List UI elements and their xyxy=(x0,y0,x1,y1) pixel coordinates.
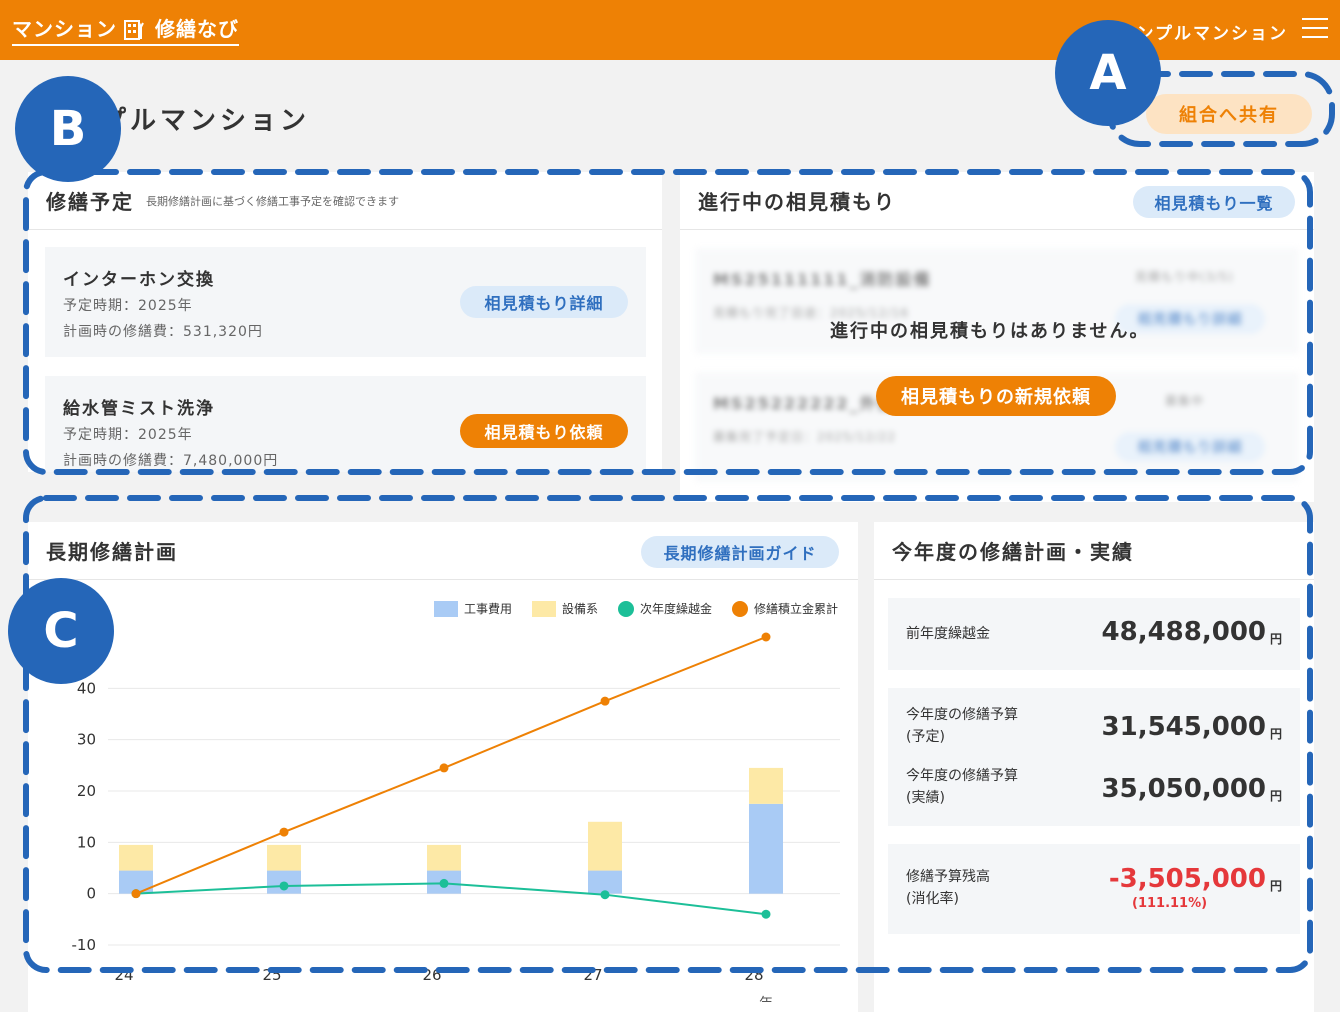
x-axis-label: 年 xyxy=(759,996,773,1002)
series-point xyxy=(761,632,771,642)
quote-row-sub: 募集完了予定日：2025/12/22 xyxy=(713,430,897,444)
series-point xyxy=(600,696,610,706)
bar-segment xyxy=(267,844,301,871)
series-point xyxy=(279,827,289,837)
fin-label: 今年度の修繕予算 xyxy=(906,707,1018,723)
series-point xyxy=(131,889,141,899)
app-logo[interactable]: マンション 修繕なび xyxy=(12,13,239,46)
callout-c: C xyxy=(8,578,114,684)
fin-label: 今年度の修繕予算 xyxy=(906,768,1018,784)
quote-row-status: 見積もり中(3/5) xyxy=(1135,270,1234,284)
fin-label: 前年度繰越金 xyxy=(906,626,990,642)
x-tick-label: 26 xyxy=(422,966,441,984)
y-tick-label: 10 xyxy=(77,833,96,851)
bar-segment xyxy=(588,821,622,871)
long-term-card: 長期修繕計画 長期修繕計画ガイド 工事費用 設備系 次年度繰越金 修繕積立金累計… xyxy=(28,522,858,1012)
x-tick-label: 24 xyxy=(114,966,133,984)
fin-label: 修繕予算残高 xyxy=(906,869,990,885)
fin-yen: 円 xyxy=(1269,879,1282,893)
fin-value: 31,545,000 xyxy=(1101,712,1266,742)
schedule-item-period: 予定時期：2025年 xyxy=(63,427,193,443)
callout-b: B xyxy=(15,76,121,182)
quote-row-status: 募集中 xyxy=(1165,394,1205,408)
carryover-box: 前年度繰越金 48,488,000 円 xyxy=(888,598,1300,670)
schedule-subtitle: 長期修繕計画に基づく修繕工事予定を確認できます xyxy=(146,194,399,208)
series-point xyxy=(600,890,610,900)
y-tick-label: 30 xyxy=(77,731,96,749)
menu-icon[interactable] xyxy=(1302,18,1328,40)
bar-segment xyxy=(427,844,461,871)
logo-text-right: 修繕なび xyxy=(155,17,239,41)
new-quote-request-button[interactable]: 相見積もりの新規依頼 xyxy=(876,376,1116,416)
fin-value: 48,488,000 xyxy=(1101,617,1266,647)
schedule-item-period: 予定時期：2025年 xyxy=(63,298,193,314)
fin-yen: 円 xyxy=(1269,789,1282,803)
consumption-rate: (111.11%) xyxy=(1132,896,1208,911)
schedule-card: 修繕予定 長期修繕計画に基づく修繕工事予定を確認できます インターホン交換 予定… xyxy=(28,172,662,472)
bar-segment xyxy=(749,767,783,804)
fin-value-negative: -3,505,000 xyxy=(1108,864,1266,894)
building-icon xyxy=(124,19,144,40)
annual-card: 今年度の修繕計画・実績 前年度繰越金 48,488,000 円 今年度の修繕予算… xyxy=(874,522,1314,1012)
quote-request-button[interactable]: 相見積もり依頼 xyxy=(460,414,628,448)
quotes-title: 進行中の相見積もり xyxy=(698,190,896,214)
schedule-card-header: 修繕予定 長期修繕計画に基づく修繕工事予定を確認できます xyxy=(28,172,662,230)
series-point xyxy=(761,909,771,919)
schedule-item-cost: 計画時の修繕費：531,320円 xyxy=(63,324,263,340)
schedule-item-name: インターホン交換 xyxy=(63,270,215,290)
fin-label: (予定) xyxy=(906,729,945,745)
schedule-title: 修繕予定 xyxy=(46,190,134,214)
quote-list-button[interactable]: 相見積もり一覧 xyxy=(1133,186,1295,218)
balance-box: 修繕予算残高 (消化率) -3,505,000 円 (111.11%) xyxy=(888,844,1300,934)
annual-title: 今年度の修繕計画・実績 xyxy=(892,540,1134,564)
page-title: プルマンション xyxy=(100,106,311,136)
fin-yen: 円 xyxy=(1269,727,1282,741)
series-point xyxy=(279,881,289,891)
x-tick-label: 28 xyxy=(744,966,763,984)
y-tick-label: 40 xyxy=(77,679,96,697)
series-point xyxy=(439,763,449,773)
budget-box: 今年度の修繕予算 (予定) 31,545,000 円 今年度の修繕予算 (実績)… xyxy=(888,688,1300,826)
bar-segment xyxy=(119,844,153,871)
quote-detail-button[interactable]: 相見積もり詳細 xyxy=(460,286,628,318)
schedule-item-name: 給水管ミスト洗浄 xyxy=(63,399,215,419)
quote-row-button[interactable]: 相見積もり詳細 xyxy=(1115,432,1265,462)
callout-a: A xyxy=(1055,20,1161,126)
fin-yen: 円 xyxy=(1269,632,1282,646)
fin-label: (実績) xyxy=(906,790,945,806)
schedule-item: 給水管ミスト洗浄 予定時期：2025年 計画時の修繕費：7,480,000円 相… xyxy=(45,376,646,472)
schedule-item: インターホン交換 予定時期：2025年 計画時の修繕費：531,320円 相見積… xyxy=(45,247,646,357)
quotes-card: 進行中の相見積もり 相見積もり一覧 MS25111111_消防設備 見積もり完了… xyxy=(680,172,1314,502)
share-button[interactable]: 組合へ共有 xyxy=(1146,94,1312,134)
mansion-name: ンプルマンション xyxy=(1136,24,1288,44)
x-tick-label: 25 xyxy=(262,966,281,984)
logo-text-left: マンション xyxy=(12,17,117,41)
fin-label: (消化率) xyxy=(906,891,959,907)
y-tick-label: 0 xyxy=(86,885,96,903)
series-point xyxy=(439,878,449,888)
annual-header: 今年度の修繕計画・実績 xyxy=(874,522,1314,580)
bar-segment xyxy=(749,803,783,894)
fin-value: 35,050,000 xyxy=(1101,774,1266,804)
quote-row-name: MS25111111_消防設備 xyxy=(713,270,932,289)
quotes-empty-message: 進行中の相見積もりはありません。 xyxy=(830,321,1150,342)
x-tick-label: 27 xyxy=(583,966,602,984)
y-tick-label: 20 xyxy=(77,782,96,800)
y-tick-label: -10 xyxy=(72,936,97,954)
long-term-chart: -10 0 10 20 30 40 24 25 26 27 28 年 xyxy=(72,632,840,1002)
schedule-item-cost: 計画時の修繕費：7,480,000円 xyxy=(63,453,279,469)
